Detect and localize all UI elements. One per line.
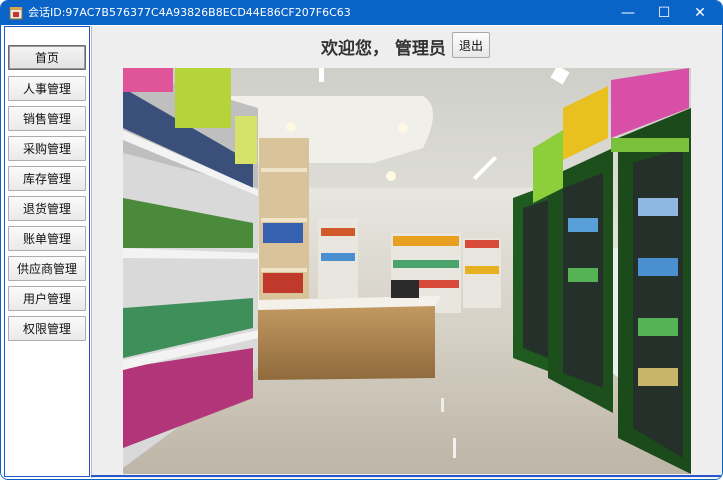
nav-purchase[interactable]: 采购管理 [8, 136, 86, 161]
nav-returns[interactable]: 退货管理 [8, 196, 86, 221]
minimize-icon[interactable]: — [611, 1, 645, 25]
nav-hr[interactable]: 人事管理 [8, 76, 86, 101]
nav-home[interactable]: 首页 [8, 45, 86, 70]
close-icon[interactable]: ✕ [683, 1, 717, 25]
bottom-border [91, 475, 721, 477]
title-bar[interactable]: 会话ID:97AC7B576377C4A93826B8ECD44E86CF207… [1, 1, 722, 25]
nav-users[interactable]: 用户管理 [8, 286, 86, 311]
maximize-icon[interactable]: ☐ [647, 1, 681, 25]
supermarket-image [123, 68, 691, 474]
nav-suppliers[interactable]: 供应商管理 [8, 256, 86, 281]
sidebar: 首页 人事管理 销售管理 采购管理 库存管理 退货管理 账单管理 供应商管理 用… [4, 26, 90, 477]
header: 欢迎您， 管理员 退出 [92, 26, 722, 64]
welcome-text: 欢迎您， 管理员 [321, 39, 446, 59]
app-icon [9, 7, 23, 20]
nav-sales[interactable]: 销售管理 [8, 106, 86, 131]
window-title: 会话ID:97AC7B576377C4A93826B8ECD44E86CF207… [28, 6, 351, 19]
main-panel: 欢迎您， 管理员 退出 [91, 26, 722, 478]
nav-inventory[interactable]: 库存管理 [8, 166, 86, 191]
app-window: 会话ID:97AC7B576377C4A93826B8ECD44E86CF207… [0, 0, 723, 480]
logout-button[interactable]: 退出 [452, 32, 490, 58]
nav-permissions[interactable]: 权限管理 [8, 316, 86, 341]
content-area: 首页 人事管理 销售管理 采购管理 库存管理 退货管理 账单管理 供应商管理 用… [1, 25, 722, 479]
nav-bills[interactable]: 账单管理 [8, 226, 86, 251]
